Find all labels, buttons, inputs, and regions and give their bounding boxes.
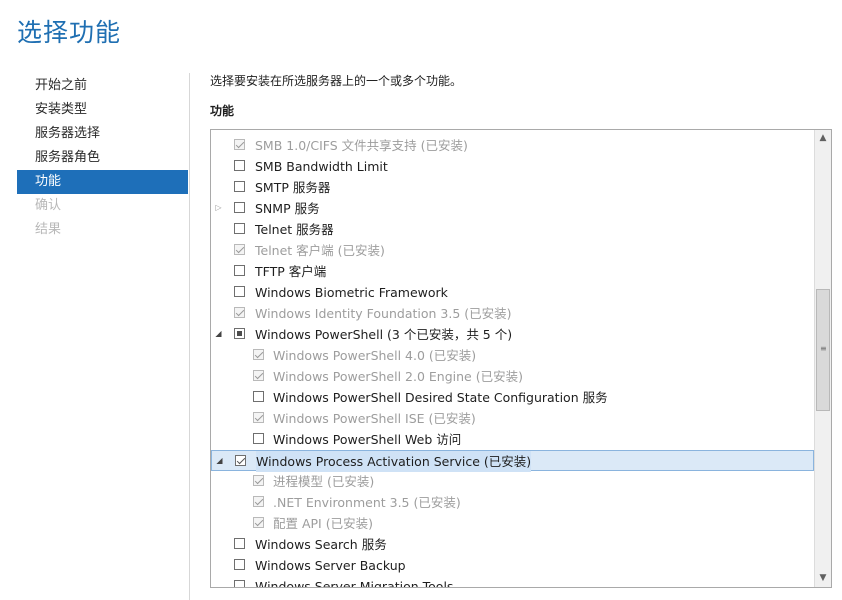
checkmark-icon xyxy=(235,139,245,149)
feature-checkbox[interactable] xyxy=(234,181,245,192)
feature-label: Windows PowerShell Desired State Configu… xyxy=(273,390,608,405)
feature-label: TFTP 客户端 xyxy=(255,264,327,279)
feature-row[interactable]: Windows Server Migration Tools xyxy=(211,576,814,588)
feature-checkbox[interactable] xyxy=(234,538,245,549)
feature-label: Windows Server Backup xyxy=(255,558,406,573)
feature-checkbox[interactable] xyxy=(235,455,246,466)
feature-label: Telnet 客户端 (已安装) xyxy=(255,243,385,258)
feature-label: Windows Search 服务 xyxy=(255,537,387,552)
feature-row[interactable]: Telnet 服务器 xyxy=(211,219,814,240)
feature-checkbox xyxy=(253,370,264,381)
checkmark-icon xyxy=(235,307,245,317)
nav-item[interactable]: 服务器选择 xyxy=(17,122,188,146)
feature-row[interactable]: TFTP 客户端 xyxy=(211,261,814,282)
feature-row[interactable]: Windows Server Backup xyxy=(211,555,814,576)
feature-row[interactable]: ◢ Windows Process Activation Service (已安装… xyxy=(211,450,814,472)
chevron-down-icon[interactable]: ▼ xyxy=(815,570,831,587)
nav-item: 结果 xyxy=(35,222,62,237)
feature-row[interactable]: Windows PowerShell ISE (已安装) xyxy=(211,408,814,429)
feature-checkbox xyxy=(253,349,264,360)
feature-checkbox[interactable] xyxy=(253,433,264,444)
nav-item[interactable]: 服务器角色 xyxy=(17,146,188,170)
feature-row[interactable]: Windows Biometric Framework xyxy=(211,282,814,303)
triangle-right-icon[interactable]: ▷ xyxy=(214,203,223,213)
nav-item[interactable]: 功能 xyxy=(17,170,188,194)
feature-label: Windows Biometric Framework xyxy=(255,285,448,300)
feature-label: Windows PowerShell 2.0 Engine (已安装) xyxy=(273,369,523,384)
chevron-up-icon[interactable]: ▲ xyxy=(815,130,831,147)
feature-checkbox xyxy=(253,475,264,486)
feature-checkbox[interactable] xyxy=(234,580,245,587)
feature-checkbox[interactable] xyxy=(253,391,264,402)
feature-label: 配置 API (已安装) xyxy=(273,516,373,531)
feature-checkbox[interactable] xyxy=(234,559,245,570)
checkmark-icon xyxy=(254,349,264,359)
feature-row[interactable]: ◢ Windows PowerShell (3 个已安装，共 5 个) xyxy=(211,324,814,345)
feature-checkbox xyxy=(253,517,264,528)
feature-row[interactable]: Windows Search 服务 xyxy=(211,534,814,555)
features-tree-rows: SMB 1.0/CIFS 文件共享支持 (已安装) SMB Bandwidth L… xyxy=(211,135,814,588)
feature-row[interactable]: 配置 API (已安装) xyxy=(211,513,814,534)
feature-row[interactable]: SMB Bandwidth Limit xyxy=(211,156,814,177)
feature-label: Telnet 服务器 xyxy=(255,222,334,237)
nav-item: 确认 xyxy=(35,198,62,213)
scrollbar-thumb[interactable]: ≡ xyxy=(816,289,830,411)
feature-checkbox xyxy=(253,412,264,423)
feature-label: SMB Bandwidth Limit xyxy=(255,159,388,174)
checkmark-icon xyxy=(254,370,264,380)
feature-label: Windows Server Migration Tools xyxy=(255,579,454,588)
feature-checkbox xyxy=(234,307,245,318)
feature-row[interactable]: Windows PowerShell Web 访问 xyxy=(211,429,814,450)
checkmark-icon xyxy=(254,517,264,527)
feature-row[interactable]: SMB 1.0/CIFS 文件共享支持 (已安装) xyxy=(211,135,814,156)
feature-row[interactable]: .NET Environment 3.5 (已安装) xyxy=(211,492,814,513)
feature-checkbox[interactable] xyxy=(234,286,245,297)
feature-row[interactable]: Windows Identity Foundation 3.5 (已安装) xyxy=(211,303,814,324)
partial-check-icon xyxy=(237,331,242,336)
feature-checkbox xyxy=(253,496,264,507)
feature-label: Windows Process Activation Service (已安装) xyxy=(256,451,532,472)
feature-label: SMB 1.0/CIFS 文件共享支持 (已安装) xyxy=(255,138,468,153)
feature-label: SNMP 服务 xyxy=(255,201,320,216)
features-section-label: 功能 xyxy=(210,104,235,118)
checkmark-icon xyxy=(235,244,245,254)
feature-row[interactable]: SMTP 服务器 xyxy=(211,177,814,198)
feature-row[interactable]: ▷ SNMP 服务 xyxy=(211,198,814,219)
triangle-down-icon[interactable]: ◢ xyxy=(214,329,223,339)
feature-checkbox[interactable] xyxy=(234,223,245,234)
grip-icon: ≡ xyxy=(820,344,827,353)
nav-item[interactable]: 开始之前 xyxy=(17,74,188,98)
checkmark-icon xyxy=(254,475,264,485)
feature-label: Windows PowerShell ISE (已安装) xyxy=(273,411,476,426)
checkmark-icon xyxy=(254,412,264,422)
feature-label: Windows PowerShell (3 个已安装，共 5 个) xyxy=(255,327,513,342)
feature-label: .NET Environment 3.5 (已安装) xyxy=(273,495,461,510)
vertical-scrollbar[interactable]: ▲ ≡ ▼ xyxy=(814,130,831,587)
page-description: 选择要安装在所选服务器上的一个或多个功能。 xyxy=(210,74,463,88)
feature-checkbox[interactable] xyxy=(234,202,245,213)
checkmark-icon xyxy=(254,496,264,506)
feature-row[interactable]: Telnet 客户端 (已安装) xyxy=(211,240,814,261)
feature-checkbox[interactable] xyxy=(234,160,245,171)
feature-checkbox[interactable] xyxy=(234,328,245,339)
feature-row[interactable]: 进程模型 (已安装) xyxy=(211,471,814,492)
triangle-down-icon[interactable]: ◢ xyxy=(215,456,224,466)
checkmark-icon xyxy=(236,455,246,465)
feature-checkbox xyxy=(234,244,245,255)
feature-label: Windows PowerShell Web 访问 xyxy=(273,432,462,447)
nav-divider xyxy=(189,73,190,600)
nav-item[interactable]: 安装类型 xyxy=(17,98,188,122)
feature-checkbox[interactable] xyxy=(234,265,245,276)
page-title: 选择功能 xyxy=(17,18,122,47)
feature-label: 进程模型 (已安装) xyxy=(273,474,375,489)
feature-row[interactable]: Windows PowerShell Desired State Configu… xyxy=(211,387,814,408)
features-tree[interactable]: SMB 1.0/CIFS 文件共享支持 (已安装) SMB Bandwidth L… xyxy=(210,129,832,588)
feature-label: Windows PowerShell 4.0 (已安装) xyxy=(273,348,477,363)
feature-row[interactable]: Windows PowerShell 2.0 Engine (已安装) xyxy=(211,366,814,387)
wizard-nav: 开始之前 安装类型 服务器选择 服务器角色 功能确认结果 xyxy=(17,74,188,242)
feature-label: SMTP 服务器 xyxy=(255,180,331,195)
feature-row[interactable]: Windows PowerShell 4.0 (已安装) xyxy=(211,345,814,366)
feature-checkbox xyxy=(234,139,245,150)
feature-label: Windows Identity Foundation 3.5 (已安装) xyxy=(255,306,512,321)
